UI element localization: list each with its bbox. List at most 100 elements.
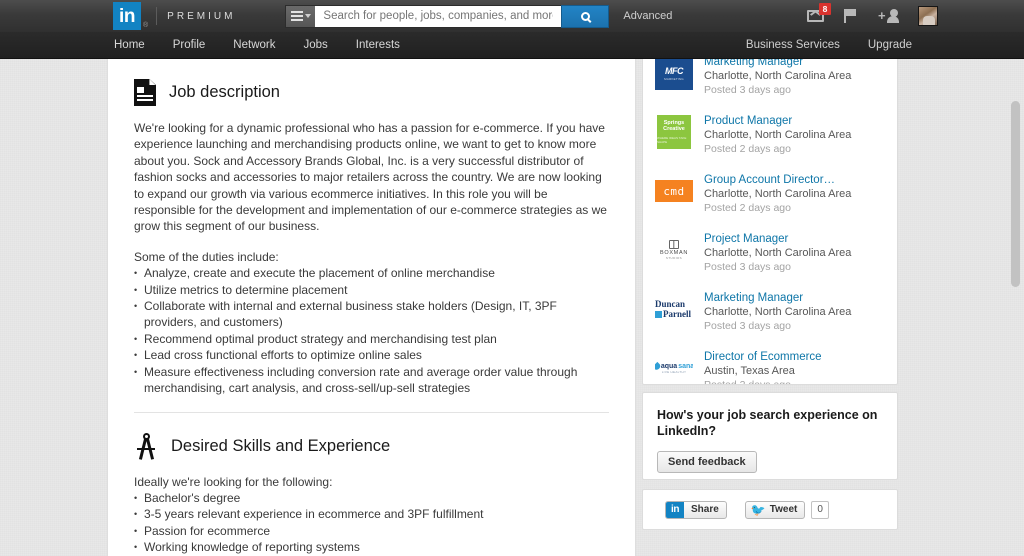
nav-item-business-services[interactable]: Business Services: [732, 32, 854, 58]
search-input[interactable]: [315, 4, 562, 28]
avatar[interactable]: [918, 6, 938, 26]
search-category-dropdown[interactable]: [285, 4, 316, 28]
job-title-link[interactable]: Product Manager: [704, 114, 885, 128]
list-item[interactable]: Duncan Parnell Marketing Manager Charlott…: [643, 282, 897, 341]
job-meta: Marketing Manager Charlotte, North Carol…: [704, 290, 885, 333]
job-title-link[interactable]: Project Manager: [704, 232, 885, 246]
aquasana-logo: aqua sana LIVE HEALTHY: [655, 349, 693, 384]
linkedin-logo[interactable]: in: [113, 2, 141, 30]
topbar-icon-group: 8 +: [807, 3, 938, 26]
tweet-button[interactable]: 🐦 Tweet 0: [744, 500, 829, 519]
job-posted-date: Posted 2 days ago: [704, 379, 791, 385]
list-item: Analyze, create and execute the placemen…: [134, 265, 609, 282]
job-title-link[interactable]: Marketing Manager: [704, 291, 885, 305]
job-title-link[interactable]: Director of Ecommerce: [704, 350, 885, 364]
nav-secondary-items: Business Services Upgrade: [732, 32, 926, 58]
duties-intro: Some of the duties include:: [134, 249, 279, 264]
share-card: in Share 🐦 Tweet 0: [642, 489, 898, 530]
chevron-down-icon: [304, 14, 311, 18]
cmd-logo: cmd: [655, 172, 693, 210]
linkedin-share-label: Share: [691, 504, 719, 515]
flag-icon[interactable]: [844, 9, 858, 23]
list-item[interactable]: Springs Creative WHERE IDEAS TAKE SHAPE Pr…: [643, 105, 897, 164]
main-navigation: Home Profile Network Jobs Interests Busi…: [0, 32, 1024, 59]
list-item[interactable]: cmd Group Account Director… Charlotte, N…: [643, 164, 897, 223]
hamburger-icon: [290, 11, 303, 21]
compass-icon: [134, 432, 158, 460]
list-item[interactable]: aqua sana LIVE HEALTHY Director of Ecommer…: [643, 341, 897, 385]
list-item: Collaborate with internal and external b…: [134, 298, 609, 331]
document-icon: [134, 79, 156, 106]
job-posted-date: Posted 2 days ago: [704, 202, 791, 214]
job-location: Charlotte, North Carolina Area: [704, 129, 852, 141]
linkedin-share-button[interactable]: in Share: [665, 500, 727, 519]
job-meta: Group Account Director… Charlotte, North…: [704, 172, 885, 215]
tweet-count: 0: [811, 500, 829, 519]
flag-glyph: [844, 9, 858, 23]
list-item: Measure effectiveness including conversi…: [134, 364, 609, 397]
duties-list: Analyze, create and execute the placemen…: [134, 265, 609, 396]
job-meta: Product Manager Charlotte, North Carolin…: [704, 113, 885, 156]
job-meta: Director of Ecommerce Austin, Texas Area…: [704, 349, 885, 385]
nav-item-jobs[interactable]: Jobs: [289, 32, 341, 58]
search-bar: Advanced: [285, 4, 672, 28]
boxman-studios-logo: BOXMAN STUDIOS: [655, 231, 693, 269]
job-posted-date: Posted 2 days ago: [704, 143, 791, 155]
list-item: Recommend optimal product strategy and m…: [134, 331, 609, 348]
mfc-logo: MFC MARKETING: [655, 54, 693, 92]
topbar-divider: [156, 7, 158, 25]
job-meta: Marketing Manager Charlotte, North Carol…: [704, 54, 885, 97]
job-posted-date: Posted 3 days ago: [704, 320, 791, 332]
list-item: Working knowledge of reporting systems: [134, 539, 609, 556]
list-item: Lead cross functional efforts to optimiz…: [134, 347, 609, 364]
job-description-section: Job description We're looking for a dyna…: [108, 59, 635, 413]
job-location: Charlotte, North Carolina Area: [704, 188, 852, 200]
job-location: Charlotte, North Carolina Area: [704, 306, 852, 318]
avatar-image: [918, 6, 938, 26]
nav-item-interests[interactable]: Interests: [342, 32, 414, 58]
search-icon: [580, 11, 590, 21]
job-title-link[interactable]: Group Account Director…: [704, 173, 885, 187]
list-item: Utilize metrics to determine placement: [134, 282, 609, 299]
nav-item-profile[interactable]: Profile: [159, 32, 220, 58]
nav-item-home[interactable]: Home: [100, 32, 159, 58]
registered-mark: ®: [143, 22, 149, 29]
job-location: Charlotte, North Carolina Area: [704, 70, 852, 82]
desired-skills-title: Desired Skills and Experience: [171, 436, 391, 455]
scrollbar-thumb[interactable]: [1011, 101, 1020, 287]
advanced-search-link[interactable]: Advanced: [623, 10, 672, 22]
job-location: Austin, Texas Area: [704, 365, 795, 377]
linkedin-icon: in: [666, 501, 684, 518]
nav-item-network[interactable]: Network: [219, 32, 289, 58]
nav-primary-items: Home Profile Network Jobs Interests: [100, 32, 414, 58]
list-item: 3-5 years relevant experience in ecommer…: [134, 506, 609, 523]
send-feedback-button[interactable]: Send feedback: [657, 451, 757, 473]
job-description-title: Job description: [169, 83, 280, 101]
nav-item-upgrade[interactable]: Upgrade: [854, 32, 926, 58]
skills-list: Bachelor's degree 3-5 years relevant exp…: [134, 490, 609, 556]
linkedin-logo-text: in: [119, 5, 135, 27]
skills-intro: Ideally we're looking for the following:: [134, 474, 333, 489]
page-scrollbar[interactable]: [1011, 59, 1020, 556]
search-button[interactable]: [561, 4, 610, 28]
duncan-parnell-logo: Duncan Parnell: [655, 299, 691, 319]
list-item[interactable]: BOXMAN STUDIOS Project Manager Charlotte,…: [643, 223, 897, 282]
list-item: Passion for ecommerce: [134, 523, 609, 540]
feedback-title: How's your job search experience on Link…: [657, 408, 878, 438]
messages-icon[interactable]: 8: [807, 3, 831, 22]
job-posted-date: Posted 3 days ago: [704, 84, 791, 96]
springs-creative-logo: Springs Creative WHERE IDEAS TAKE SHAPE: [655, 113, 693, 151]
desired-skills-section: Desired Skills and Experience Ideally we…: [108, 413, 635, 556]
tweet-button-main[interactable]: 🐦 Tweet: [744, 500, 806, 519]
premium-label: PREMIUM: [167, 10, 236, 22]
global-topbar: in ® PREMIUM Advanced 8: [0, 0, 1024, 32]
page-root: in ® PREMIUM Advanced 8: [0, 0, 1024, 556]
add-connection-icon[interactable]: +: [878, 9, 899, 23]
job-posted-date: Posted 3 days ago: [704, 261, 791, 273]
tweet-label: Tweet: [769, 504, 798, 515]
desired-skills-header: Desired Skills and Experience: [134, 413, 609, 474]
job-location: Charlotte, North Carolina Area: [704, 247, 852, 259]
job-detail-card: Job description We're looking for a dyna…: [107, 59, 636, 556]
twitter-bird-icon: 🐦: [750, 502, 766, 517]
similar-jobs-card: MFC MARKETING Marketing Manager Charlotte…: [642, 45, 898, 385]
